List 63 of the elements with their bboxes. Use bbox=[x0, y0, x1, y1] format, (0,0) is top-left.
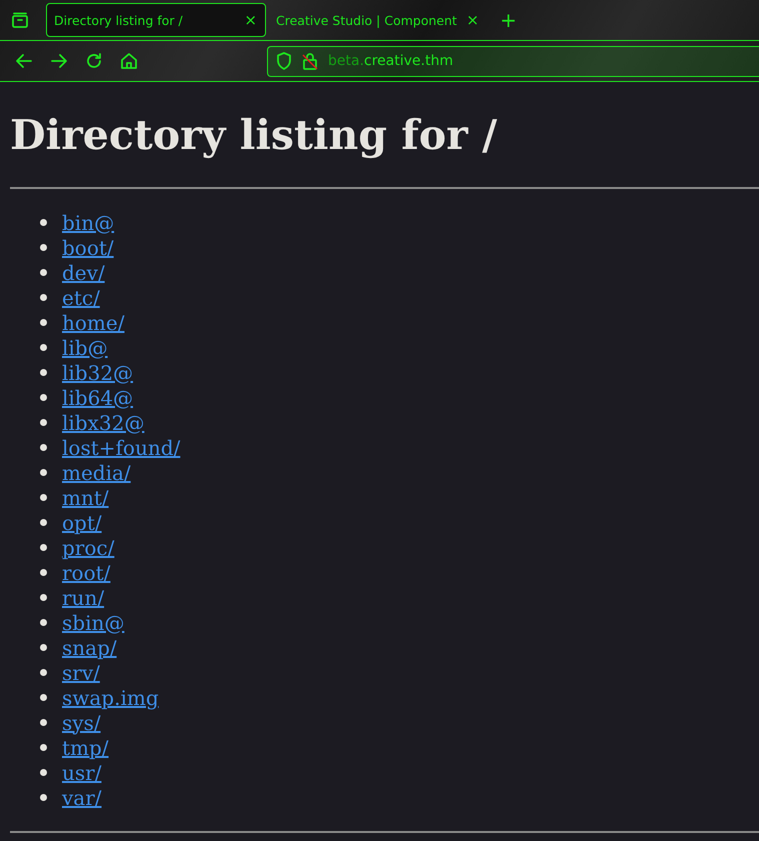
bullet-icon bbox=[40, 319, 47, 326]
bullet-icon bbox=[40, 469, 47, 476]
bullet-icon bbox=[40, 269, 47, 276]
lock-icon[interactable] bbox=[302, 52, 318, 70]
file-link[interactable]: lib64@ bbox=[62, 386, 134, 410]
file-link[interactable]: etc/ bbox=[62, 286, 100, 310]
browser-tab[interactable]: Creative Studio | Component × bbox=[268, 3, 488, 37]
file-link[interactable]: tmp/ bbox=[62, 736, 109, 760]
address-field[interactable]: beta.creative.thm bbox=[267, 46, 759, 76]
file-link[interactable]: home/ bbox=[62, 310, 124, 334]
bullet-icon bbox=[40, 544, 47, 551]
file-link[interactable]: root/ bbox=[62, 560, 110, 584]
bullet-icon bbox=[40, 519, 47, 526]
file-link[interactable]: bin@ bbox=[62, 210, 114, 234]
bullet-icon bbox=[40, 419, 47, 426]
bullet-icon bbox=[40, 494, 47, 501]
bullet-icon bbox=[40, 769, 47, 776]
bullet-icon bbox=[40, 244, 47, 251]
page-heading: Directory listing for / bbox=[10, 110, 498, 161]
bullet-icon bbox=[40, 669, 47, 676]
file-link[interactable]: snap/ bbox=[62, 636, 117, 660]
bullet-icon bbox=[40, 594, 47, 601]
file-link[interactable]: media/ bbox=[62, 460, 131, 484]
back-icon[interactable] bbox=[14, 51, 34, 71]
new-tab-button[interactable]: + bbox=[500, 8, 517, 32]
file-link[interactable]: libx32@ bbox=[62, 410, 144, 434]
file-link[interactable]: lib@ bbox=[62, 336, 108, 360]
file-link[interactable]: usr/ bbox=[62, 760, 102, 784]
bullet-icon bbox=[40, 219, 47, 226]
bullet-icon bbox=[40, 394, 47, 401]
browser-tab[interactable]: Directory listing for / × bbox=[46, 3, 266, 37]
bullet-icon bbox=[40, 619, 47, 626]
bullet-icon bbox=[40, 644, 47, 651]
url-text[interactable]: beta.creative.thm bbox=[328, 53, 454, 69]
file-link[interactable]: var/ bbox=[62, 786, 102, 810]
bullet-icon bbox=[40, 569, 47, 576]
bullet-icon bbox=[40, 344, 47, 351]
file-link[interactable]: dev/ bbox=[62, 260, 105, 284]
file-link[interactable]: proc/ bbox=[62, 536, 114, 560]
bullet-icon bbox=[40, 719, 47, 726]
close-icon[interactable]: × bbox=[244, 11, 257, 29]
file-link[interactable]: swap.img bbox=[62, 686, 159, 710]
home-icon[interactable] bbox=[119, 51, 139, 71]
forward-icon[interactable] bbox=[49, 51, 69, 71]
bullet-icon bbox=[40, 794, 47, 801]
bullet-icon bbox=[40, 369, 47, 376]
file-link[interactable]: sbin@ bbox=[62, 610, 124, 634]
file-link[interactable]: boot/ bbox=[62, 236, 114, 260]
file-link[interactable]: mnt/ bbox=[62, 486, 109, 510]
reload-icon[interactable] bbox=[84, 51, 104, 71]
file-link[interactable]: opt/ bbox=[62, 510, 102, 534]
shield-icon[interactable] bbox=[276, 52, 292, 70]
file-link[interactable]: lib32@ bbox=[62, 360, 134, 384]
file-link[interactable]: sys/ bbox=[62, 710, 101, 734]
bullet-icon bbox=[40, 744, 47, 751]
bullet-icon bbox=[40, 294, 47, 301]
file-link[interactable]: lost+found/ bbox=[62, 436, 180, 460]
bullet-icon bbox=[40, 694, 47, 701]
file-link[interactable]: run/ bbox=[62, 586, 104, 610]
bullet-icon bbox=[40, 444, 47, 451]
close-icon[interactable]: × bbox=[466, 11, 479, 29]
file-link[interactable]: srv/ bbox=[62, 660, 100, 684]
tab-list-icon[interactable] bbox=[11, 12, 29, 28]
